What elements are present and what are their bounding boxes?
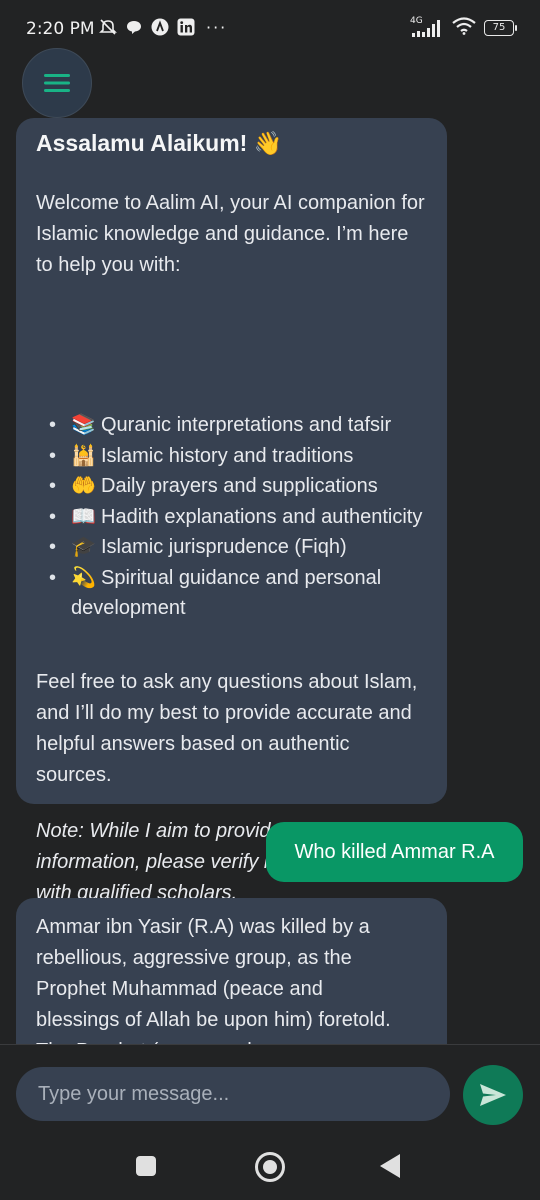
status-notification-icons: ···	[98, 17, 227, 37]
app-a-icon	[150, 17, 170, 37]
user-message-bubble: Who killed Ammar R.A	[266, 822, 523, 882]
welcome-intro: Welcome to Aalim AI, your AI companion f…	[36, 192, 425, 276]
send-icon	[480, 1084, 506, 1106]
list-item: 🕌Islamic history and traditions	[36, 441, 436, 472]
books-icon: 📚	[71, 414, 96, 436]
list-item: 💫Spiritual guidance and personal develop…	[36, 563, 436, 624]
recents-button[interactable]	[136, 1156, 156, 1176]
mute-icon	[98, 17, 118, 37]
praying-hands-icon: 🤲	[71, 475, 96, 497]
status-system-icons: 4G 75	[410, 16, 517, 39]
message-composer	[0, 1044, 540, 1145]
more-notifications: ···	[206, 17, 228, 37]
list-item-text: Daily prayers and supplications	[101, 475, 378, 497]
message-input[interactable]	[16, 1067, 450, 1121]
list-item-text: Islamic history and traditions	[101, 444, 354, 467]
signal-icon: 4G	[410, 16, 444, 38]
list-item: 🎓Islamic jurisprudence (Fiqh)	[36, 532, 436, 563]
linkedin-icon	[176, 17, 196, 37]
list-item-text: Spiritual guidance and personal developm…	[71, 566, 382, 620]
battery-icon: 75	[484, 20, 517, 36]
list-item: 🤲Daily prayers and supplications	[36, 471, 436, 502]
list-item-text: Quranic interpretations and tafsir	[101, 414, 392, 436]
welcome-closing: Feel free to ask any questions about Isl…	[36, 671, 418, 786]
status-bar: 2:20 PM ··· 4G 75	[0, 0, 540, 58]
list-item: 📚Quranic interpretations and tafsir	[36, 410, 436, 441]
home-button[interactable]	[255, 1152, 285, 1182]
dizzy-star-icon: 💫	[71, 566, 96, 589]
open-book-icon: 📖	[71, 505, 96, 528]
wifi-icon	[452, 17, 476, 39]
send-button[interactable]	[463, 1065, 523, 1125]
hamburger-menu-icon	[44, 74, 70, 92]
list-item-text: Islamic jurisprudence (Fiqh)	[101, 536, 347, 558]
topics-list: 📚Quranic interpretations and tafsir 🕌Isl…	[36, 410, 436, 624]
mosque-icon: 🕌	[71, 444, 96, 467]
menu-button[interactable]	[22, 48, 92, 118]
back-button[interactable]	[380, 1154, 400, 1178]
graduation-cap-icon: 🎓	[71, 536, 96, 558]
status-time: 2:20 PM	[26, 19, 95, 39]
system-nav-bar	[0, 1144, 540, 1200]
welcome-message-bubble: Assalamu Alaikum! 👋 Welcome to Aalim AI,…	[16, 118, 447, 904]
list-item-text: Hadith explanations and authenticity	[101, 505, 423, 528]
welcome-title: Assalamu Alaikum! 👋	[36, 130, 283, 156]
chat-bubble-icon	[124, 17, 144, 37]
list-item: 📖Hadith explanations and authenticity	[36, 502, 436, 533]
